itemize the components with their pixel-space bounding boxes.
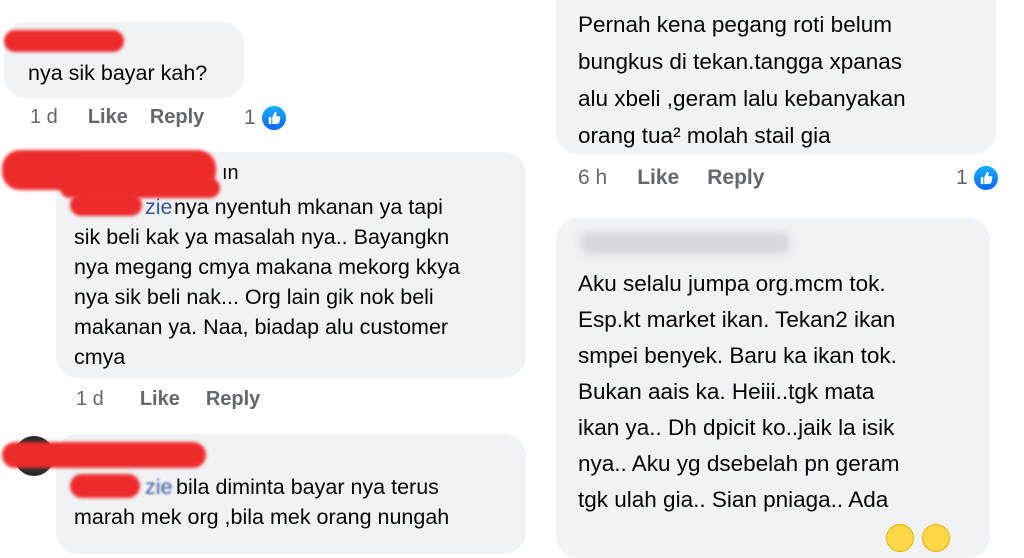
reply-button[interactable]: Reply <box>206 388 260 411</box>
grinning-emoji-icon <box>922 524 950 552</box>
reply-button[interactable]: Reply <box>707 166 764 190</box>
thumbs-up-icon <box>971 164 1000 192</box>
comment-time[interactable]: 1 d <box>30 106 58 129</box>
comment-text: nya nyentuh mkanan ya tapi sik beli kak … <box>74 195 460 369</box>
reaction-count-number: 1 <box>956 166 968 189</box>
comment-time[interactable]: 1 d <box>76 388 104 411</box>
redacted-author-name <box>2 442 206 468</box>
comment-text: nya sik bayar kah? <box>28 61 208 85</box>
reaction-count[interactable]: 1 <box>956 164 1000 192</box>
comment-time[interactable]: 6 h <box>578 166 607 190</box>
like-button[interactable]: Like <box>88 106 128 129</box>
reply-button[interactable]: Reply <box>150 106 204 129</box>
like-button[interactable]: Like <box>637 166 679 190</box>
reaction-count-number: 1 <box>244 106 256 129</box>
blurred-author-name <box>580 232 790 254</box>
author-name-fragment: ın <box>222 162 239 184</box>
thumbs-up-icon <box>259 104 288 132</box>
comment-text: Pernah kena pegang roti belum bungkus di… <box>578 12 906 148</box>
grinning-emoji-icon <box>886 524 914 552</box>
comment-text: Aku selalu jumpa org.mcm tok. Esp.kt mar… <box>578 271 900 512</box>
reaction-count[interactable]: 1 <box>244 104 288 132</box>
redacted-author-name <box>4 30 124 52</box>
comment-text: bila diminta bayar nya terus marah mek o… <box>74 475 450 529</box>
comment-actions: 6 h Like Reply <box>578 166 764 190</box>
like-button[interactable]: Like <box>140 388 180 411</box>
comment-actions: 1 d Like Reply <box>76 388 260 411</box>
comment-actions: 1 d Like Reply <box>30 106 204 129</box>
